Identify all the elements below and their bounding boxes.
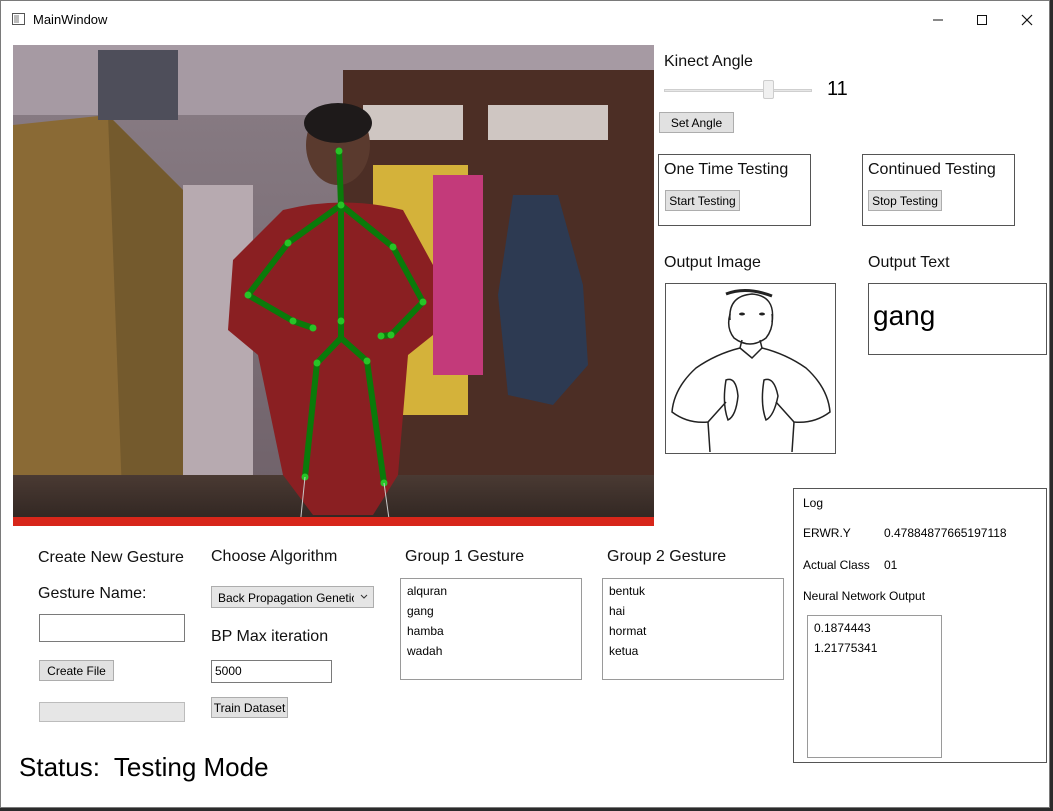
status-bar: Status: Testing Mode (19, 752, 269, 783)
list-item[interactable]: wadah (401, 641, 581, 661)
erwr-value: 0.47884877665197118 (884, 526, 1007, 540)
actual-class-label: Actual Class (803, 558, 870, 572)
algorithm-selected: Back Propagation Genetic (218, 591, 354, 605)
create-file-button[interactable]: Create File (39, 660, 114, 681)
door-window-left (363, 105, 463, 140)
gesture-name-input[interactable] (39, 614, 185, 642)
list-item[interactable]: hamba (401, 621, 581, 641)
list-item[interactable]: hai (603, 601, 783, 621)
group1-list[interactable]: alquran gang hamba wadah (400, 578, 582, 680)
kinect-camera-feed (13, 45, 654, 526)
output-image-frame (665, 283, 836, 454)
nn-output-list[interactable]: 0.1874443 1.21775341 (807, 615, 942, 758)
output-image-label: Output Image (664, 254, 761, 271)
list-item[interactable]: ketua (603, 641, 783, 661)
group2-heading: Group 2 Gesture (607, 548, 727, 565)
kinect-angle-value: 11 (827, 78, 848, 100)
poster-pink (433, 175, 483, 375)
gesture-name-label: Gesture Name: (38, 585, 147, 602)
stop-testing-button[interactable]: Stop Testing (868, 190, 942, 211)
choose-algorithm-heading: Choose Algorithm (211, 548, 338, 565)
close-button[interactable] (1004, 1, 1050, 38)
window-icon (12, 13, 25, 25)
list-item[interactable]: alquran (401, 581, 581, 601)
slider-thumb[interactable] (763, 80, 774, 99)
kinect-angle-slider[interactable] (664, 80, 812, 100)
maximize-icon (977, 14, 987, 25)
output-text-value: gang (873, 300, 936, 331)
list-item: 1.21775341 (814, 641, 878, 655)
create-gesture-heading: Create New Gesture (38, 549, 184, 566)
slider-track (664, 89, 812, 92)
bp-max-iteration-input[interactable]: 5000 (211, 660, 332, 683)
log-title: Log (803, 496, 824, 510)
bp-max-iteration-label: BP Max iteration (211, 628, 329, 645)
maximize-button[interactable] (959, 1, 1005, 38)
main-window: MainWindow Kinect Angle 11 Set Angle One… (0, 0, 1050, 808)
log-panel: Log ERWR.Y 0.47884877665197118 Actual Cl… (793, 488, 1047, 763)
start-testing-button[interactable]: Start Testing (665, 190, 740, 211)
actual-class-value: 01 (884, 558, 898, 572)
progress-bar (39, 702, 185, 722)
wall-strip (183, 185, 253, 525)
nn-output-label: Neural Network Output (803, 589, 926, 603)
chevron-down-icon (360, 594, 368, 599)
group2-list[interactable]: bentuk hai hormat ketua (602, 578, 784, 680)
list-item: 0.1874443 (814, 621, 871, 635)
minimize-icon (933, 19, 943, 20)
clipping-edge-indicator (13, 517, 654, 526)
output-text-label: Output Text (868, 254, 950, 271)
algorithm-dropdown[interactable]: Back Propagation Genetic (211, 586, 374, 608)
set-angle-button[interactable]: Set Angle (659, 112, 734, 133)
output-text-box: gang (868, 283, 1047, 355)
continued-testing-label: Continued Testing (868, 161, 996, 178)
window-title: MainWindow (33, 12, 108, 27)
sign-gesture-image (671, 289, 831, 453)
erwr-label: ERWR.Y (803, 526, 851, 540)
minimize-button[interactable] (915, 1, 961, 38)
kinect-angle-label: Kinect Angle (664, 53, 753, 70)
one-time-testing-label: One Time Testing (664, 161, 789, 178)
group1-heading: Group 1 Gesture (405, 548, 525, 565)
list-item[interactable]: bentuk (603, 581, 783, 601)
door-window-right (488, 105, 608, 140)
train-dataset-button[interactable]: Train Dataset (211, 697, 288, 718)
status-value: Testing Mode (113, 752, 269, 782)
list-item[interactable]: gang (401, 601, 581, 621)
person-hair (304, 103, 372, 143)
shelf-items (98, 50, 178, 120)
title-bar: MainWindow (1, 1, 1049, 38)
list-item[interactable]: hormat (603, 621, 783, 641)
close-icon (1021, 14, 1033, 25)
status-label: Status: (19, 752, 100, 782)
